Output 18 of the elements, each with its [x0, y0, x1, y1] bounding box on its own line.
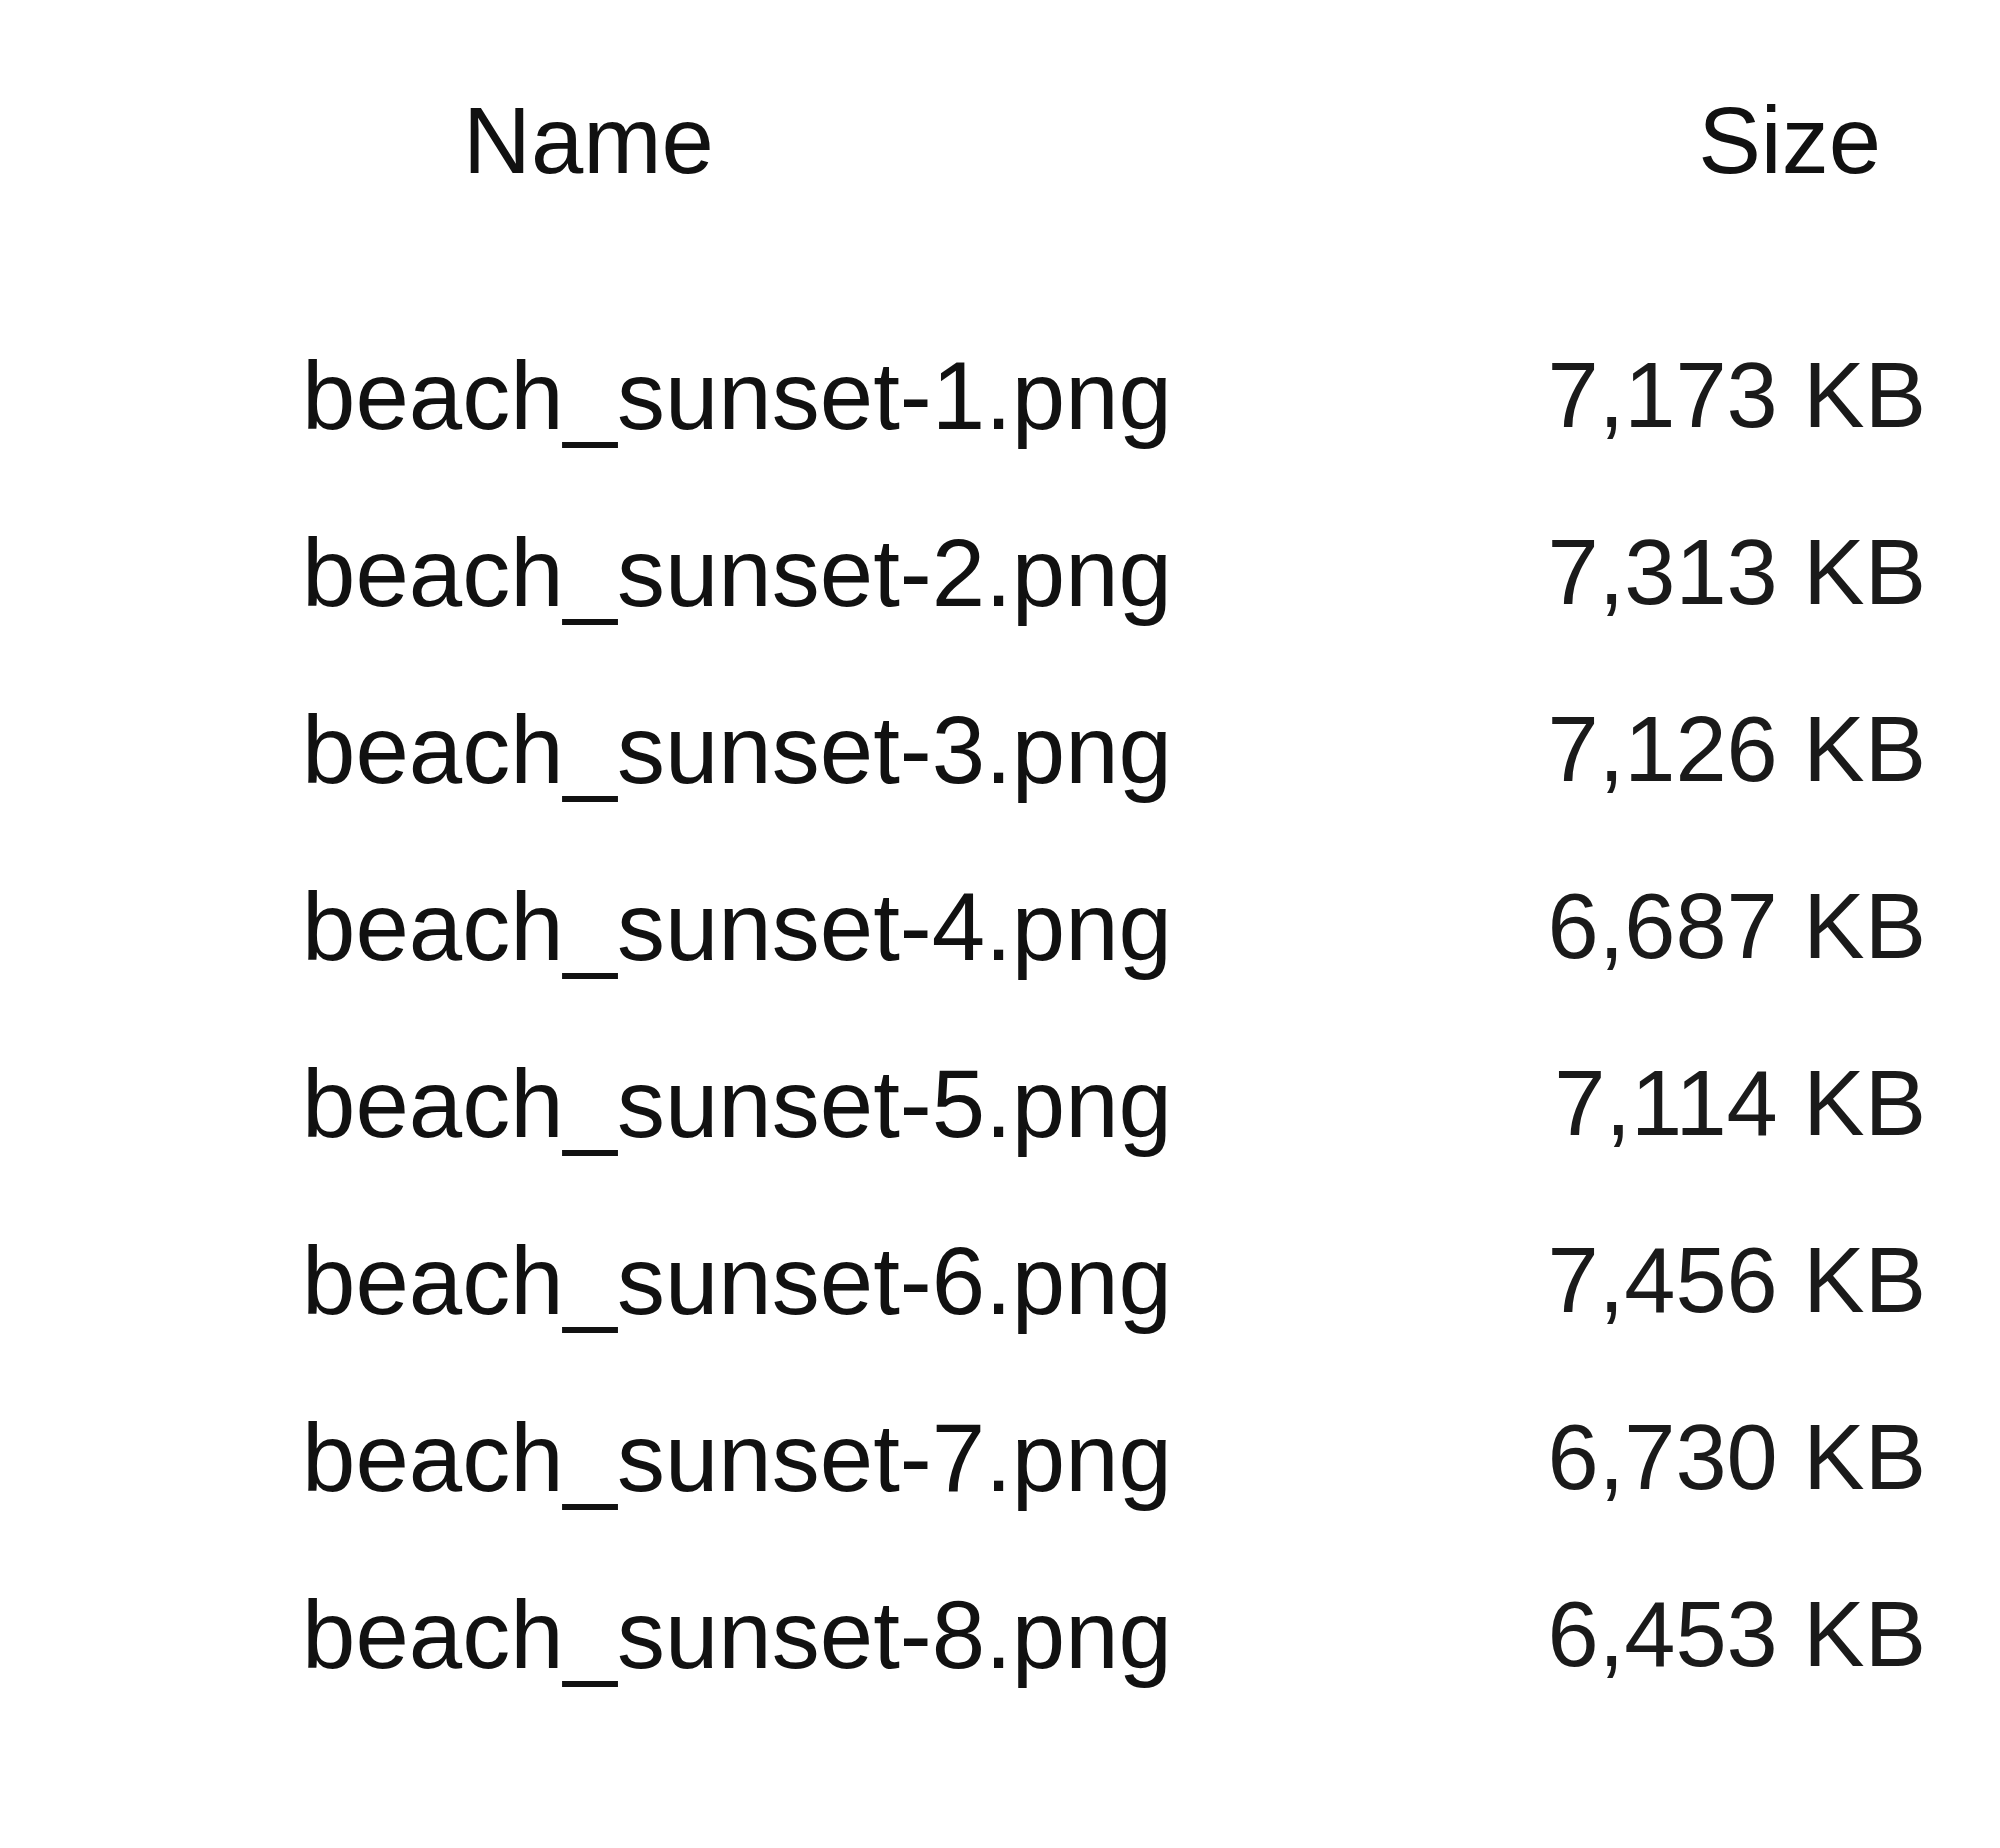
file-name: beach_sunset-2.png — [302, 518, 1172, 628]
file-name: beach_sunset-4.png — [302, 872, 1172, 982]
file-name: beach_sunset-1.png — [302, 341, 1172, 451]
file-size: 7,114 KB — [1554, 1051, 1926, 1156]
file-size: 7,456 KB — [1547, 1228, 1926, 1333]
file-name: beach_sunset-3.png — [302, 695, 1172, 805]
file-name: beach_sunset-6.png — [302, 1226, 1172, 1336]
file-size: 7,173 KB — [1547, 343, 1926, 448]
file-size: 7,126 KB — [1547, 697, 1926, 802]
file-size: 6,453 KB — [1547, 1582, 1926, 1687]
file-size: 6,687 KB — [1547, 874, 1926, 979]
file-size: 6,730 KB — [1547, 1405, 1926, 1510]
file-name: beach_sunset-7.png — [302, 1403, 1172, 1513]
column-header[interactable]: Size — [1698, 52, 1881, 229]
file-name: beach_sunset-5.png — [302, 1049, 1172, 1159]
column-header[interactable]: Name — [463, 52, 714, 229]
file-size: 7,313 KB — [1547, 520, 1926, 625]
file-name: beach_sunset-8.png — [302, 1580, 1172, 1690]
